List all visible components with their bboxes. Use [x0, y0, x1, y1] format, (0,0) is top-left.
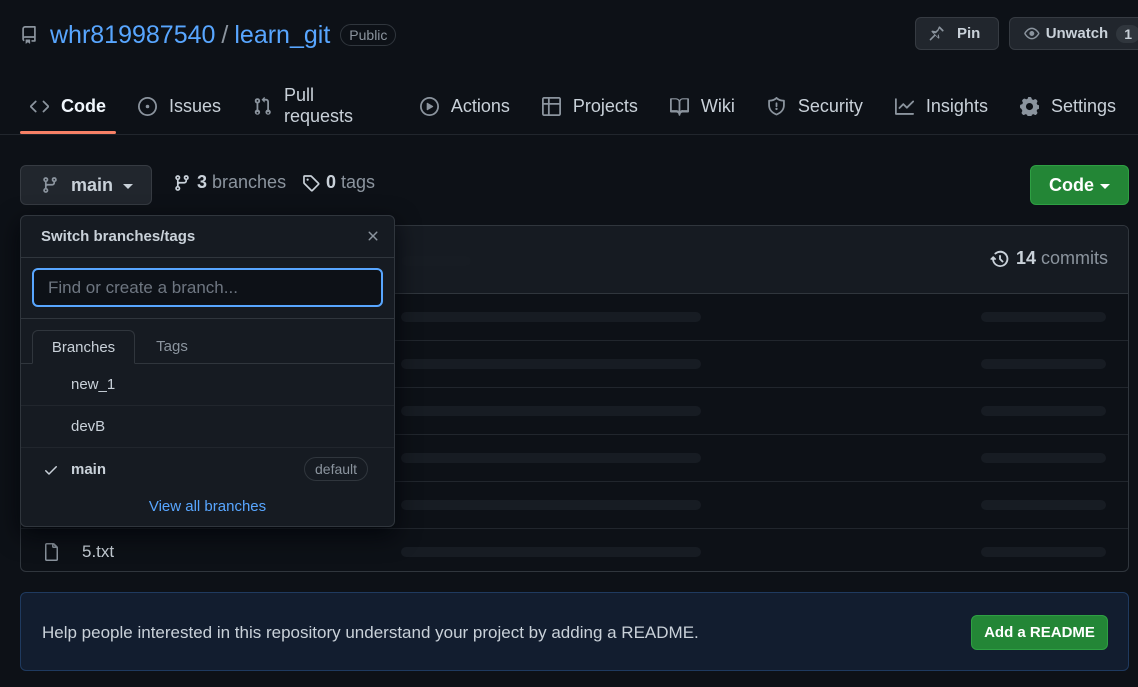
tab-code-label: Code [61, 95, 106, 116]
eye-icon [1024, 27, 1040, 40]
branch-name: new_1 [71, 376, 116, 393]
filter-section [21, 258, 394, 319]
visibility-badge: Public [340, 24, 397, 46]
tab-issues-label: Issues [169, 95, 222, 116]
table-icon [541, 96, 561, 116]
branches-label: branches [212, 172, 287, 192]
dropdown-caret-icon [1100, 184, 1110, 189]
dropdown-tabs: Branches Tags [21, 319, 394, 364]
nav-divider [0, 134, 1138, 135]
tab-tags[interactable]: Tags [146, 329, 198, 363]
branches-link[interactable]: 3 branches [173, 172, 286, 193]
add-readme-button[interactable]: Add a README [971, 615, 1108, 650]
tab-wiki-label: Wiki [700, 95, 735, 116]
pin-button[interactable]: Pin [915, 17, 999, 50]
check-icon [45, 466, 57, 475]
tab-branches[interactable]: Branches [32, 330, 135, 364]
pin-icon [929, 26, 944, 41]
tab-code[interactable]: Code [20, 84, 116, 134]
branches-count: 3 [197, 172, 208, 192]
readme-banner: Help people interested in this repositor… [20, 592, 1129, 671]
repo-separator: / [221, 20, 229, 49]
branch-filter-input[interactable] [32, 268, 383, 307]
default-branch-badge: default [304, 457, 369, 481]
branch-name: main [71, 461, 107, 478]
branch-name: devB [71, 418, 106, 435]
blurred-content [981, 359, 1106, 369]
code-button-label: Code [1049, 174, 1094, 195]
blurred-content [981, 453, 1106, 463]
graph-icon [894, 97, 914, 115]
tags-label: tags [341, 172, 376, 192]
dropdown-caret-icon [123, 184, 134, 189]
tab-insights[interactable]: Insights [885, 84, 998, 128]
repo-nav: Code Issues Pull requests Actions Projec… [20, 84, 1138, 134]
tab-issues[interactable]: Issues [128, 84, 231, 128]
dropdown-header: Switch branches/tags [21, 216, 394, 258]
tab-pull-requests-label: Pull requests [283, 85, 354, 126]
tab-projects[interactable]: Projects [532, 84, 648, 128]
shield-icon [768, 96, 785, 115]
file-icon [45, 543, 58, 561]
repo-header: whr819987540 / learn_git Public [20, 18, 397, 52]
repo-name-link[interactable]: learn_git [234, 21, 330, 50]
gear-icon [1019, 96, 1039, 116]
readme-banner-text: Help people interested in this repositor… [42, 623, 699, 642]
branch-item-new-1[interactable]: new_1 [21, 364, 394, 406]
pin-label: Pin [957, 25, 981, 42]
tab-security-label: Security [797, 95, 863, 116]
file-name-link[interactable]: 5.txt [82, 542, 114, 562]
branch-select-button[interactable]: main [20, 165, 152, 205]
commits-count: 14 [1015, 248, 1036, 268]
tab-insights-label: Insights [925, 95, 988, 116]
code-icon [30, 100, 49, 112]
blurred-content [981, 406, 1106, 416]
branch-switcher-dropdown: Switch branches/tags Branches Tags new_1… [20, 215, 395, 527]
tab-actions[interactable]: Actions [410, 84, 520, 128]
tag-icon [303, 174, 320, 191]
blurred-content [401, 256, 471, 266]
tab-settings[interactable]: Settings [1010, 84, 1126, 128]
blurred-content [981, 500, 1106, 510]
issue-icon [138, 96, 157, 116]
blurred-content [401, 312, 701, 322]
book-icon [669, 97, 689, 116]
commits-label: commits [1041, 248, 1108, 268]
tab-settings-label: Settings [1050, 95, 1116, 116]
branch-item-devb[interactable]: devB [21, 406, 394, 448]
history-icon [990, 250, 1009, 267]
code-download-button[interactable]: Code [1030, 165, 1129, 205]
git-branch-icon [175, 174, 189, 191]
tab-pull-requests[interactable]: Pull requests [243, 84, 398, 128]
unwatch-button[interactable]: Unwatch 1 [1009, 17, 1138, 50]
file-row[interactable]: 5.txt [21, 529, 1128, 571]
blurred-content [401, 500, 701, 510]
unwatch-label: Unwatch [1045, 25, 1109, 42]
blurred-content [401, 406, 701, 416]
tags-link[interactable]: 0 tags [302, 172, 375, 193]
current-branch-label: main [71, 174, 114, 195]
git-branch-icon [43, 177, 57, 193]
play-icon [419, 96, 439, 116]
tab-wiki[interactable]: Wiki [660, 84, 745, 128]
blurred-content [981, 547, 1106, 557]
watchers-count: 1 [1116, 24, 1138, 43]
view-all-branches-link[interactable]: View all branches [21, 498, 394, 515]
tags-count: 0 [326, 172, 337, 192]
pull-request-icon [254, 96, 271, 115]
dropdown-title: Switch branches/tags [41, 228, 196, 245]
commits-link[interactable]: 14 commits [990, 248, 1108, 269]
blurred-content [401, 547, 701, 557]
close-icon[interactable] [365, 228, 381, 244]
tab-security[interactable]: Security [757, 84, 873, 128]
branch-item-main[interactable]: main default [21, 448, 394, 492]
tab-actions-label: Actions [450, 95, 510, 116]
blurred-content [401, 359, 701, 369]
repo-owner-link[interactable]: whr819987540 [50, 21, 215, 50]
tab-projects-label: Projects [572, 95, 638, 116]
blurred-content [401, 453, 701, 463]
repo-icon [22, 26, 36, 44]
blurred-content [981, 312, 1106, 322]
